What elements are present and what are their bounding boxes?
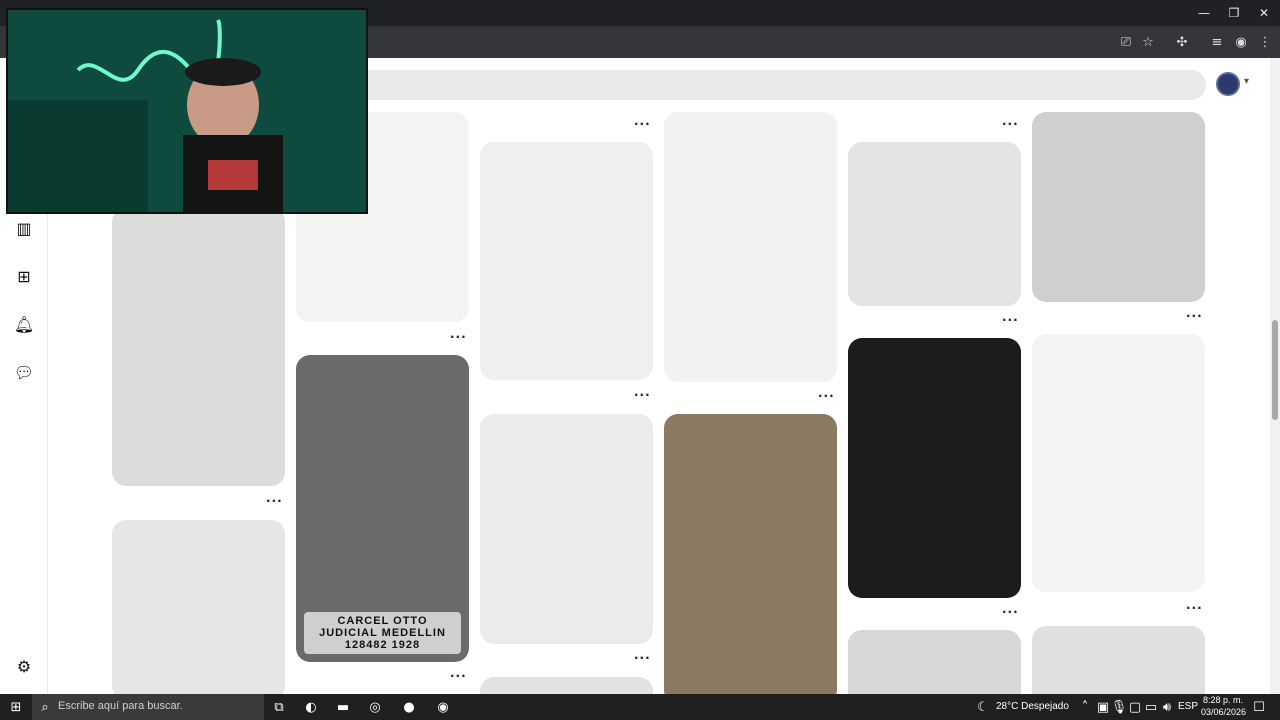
pin-image[interactable]: [480, 677, 653, 694]
taskbar-search-input[interactable]: ⌕ Escribe aquí para buscar.: [32, 694, 264, 720]
cast-icon[interactable]: ⎚: [1117, 33, 1135, 51]
windows-start-icon[interactable]: ⊞: [7, 698, 25, 716]
edge-icon[interactable]: ◐: [302, 698, 320, 716]
more-options-icon[interactable]: ···: [450, 669, 467, 683]
pin-image[interactable]: [1032, 626, 1205, 694]
more-options-icon[interactable]: ···: [818, 389, 835, 403]
extensions-icon[interactable]: ✣: [1173, 33, 1191, 51]
reading-list-icon[interactable]: ≡: [1208, 33, 1226, 51]
more-options-icon[interactable]: ···: [266, 494, 283, 508]
create-icon[interactable]: ⊞: [14, 266, 34, 286]
webcam-overlay: [6, 8, 368, 214]
chevron-up-icon[interactable]: ˄: [1076, 698, 1094, 716]
task-view-icon[interactable]: ⧉: [270, 698, 288, 716]
more-options-icon[interactable]: ···: [634, 388, 651, 402]
webcam-image: [8, 10, 366, 212]
pin-image[interactable]: [112, 520, 285, 694]
file-explorer-icon[interactable]: ▬: [334, 698, 352, 716]
minimize-button[interactable]: —: [1188, 0, 1220, 26]
language-indicator[interactable]: ESP: [1178, 701, 1198, 712]
profile-icon[interactable]: ◉: [1232, 33, 1250, 51]
pin-image[interactable]: [848, 142, 1021, 306]
notification-center-icon[interactable]: ☐: [1250, 698, 1268, 716]
pin-image[interactable]: [664, 414, 837, 694]
capture-app-icon[interactable]: ◎: [366, 698, 384, 716]
pin-image[interactable]: [1032, 334, 1205, 592]
avatar[interactable]: [1216, 72, 1240, 96]
pin-image[interactable]: [1032, 112, 1205, 302]
search-icon: ⌕: [41, 699, 49, 715]
windows-taskbar: ⊞ ⌕ Escribe aquí para buscar. ⧉ ◐ ▬ ◎ ● …: [0, 694, 1280, 720]
pin-image[interactable]: [848, 338, 1021, 598]
obs-icon[interactable]: ●: [400, 698, 418, 716]
more-options-icon[interactable]: ···: [1002, 605, 1019, 619]
messages-icon[interactable]: 💬︎: [14, 362, 34, 382]
more-options-icon[interactable]: ···: [634, 651, 651, 665]
more-options-icon[interactable]: ···: [1186, 309, 1203, 323]
notifications-icon[interactable]: 🔔︎: [14, 314, 34, 334]
more-options-icon[interactable]: ···: [634, 117, 651, 131]
clock-time[interactable]: 8:28 p. m.: [1203, 695, 1243, 705]
pin-image[interactable]: [480, 414, 653, 644]
pin-image[interactable]: [480, 142, 653, 380]
settings-icon[interactable]: ⚙: [14, 656, 34, 676]
volume-icon[interactable]: 🔊︎: [1158, 698, 1176, 716]
page-scrollbar[interactable]: [1270, 58, 1280, 694]
more-options-icon[interactable]: ···: [1186, 601, 1203, 615]
browser-menu-icon[interactable]: ⋮: [1256, 33, 1274, 51]
pin-image[interactable]: [664, 112, 837, 382]
moon-weather-icon[interactable]: ☾: [974, 698, 992, 716]
bookmark-star-icon[interactable]: ☆: [1139, 33, 1157, 51]
taskbar-search-placeholder: Escribe aquí para buscar.: [58, 700, 183, 712]
close-button[interactable]: ✕: [1248, 0, 1280, 26]
more-options-icon[interactable]: ···: [450, 330, 467, 344]
restore-button[interactable]: ❐: [1218, 0, 1250, 26]
weather-text[interactable]: 28°C Despejado: [996, 701, 1069, 712]
clock-date[interactable]: 03/06/2026: [1201, 707, 1246, 717]
more-options-icon[interactable]: ···: [1002, 117, 1019, 131]
chrome-icon[interactable]: ◉: [434, 698, 452, 716]
chevron-down-icon[interactable]: ▾: [1244, 76, 1249, 87]
pin-caption: CARCEL OTTO JUDICIAL MEDELLIN 128482 192…: [304, 612, 461, 654]
pin-image[interactable]: [112, 208, 285, 486]
more-options-icon[interactable]: ···: [1002, 313, 1019, 327]
scrollbar-thumb[interactable]: [1272, 320, 1278, 420]
pin-image[interactable]: CARCEL OTTO JUDICIAL MEDELLIN 128482 192…: [296, 355, 469, 662]
layout-icon[interactable]: ▥: [14, 218, 34, 238]
pin-image[interactable]: [848, 630, 1021, 694]
